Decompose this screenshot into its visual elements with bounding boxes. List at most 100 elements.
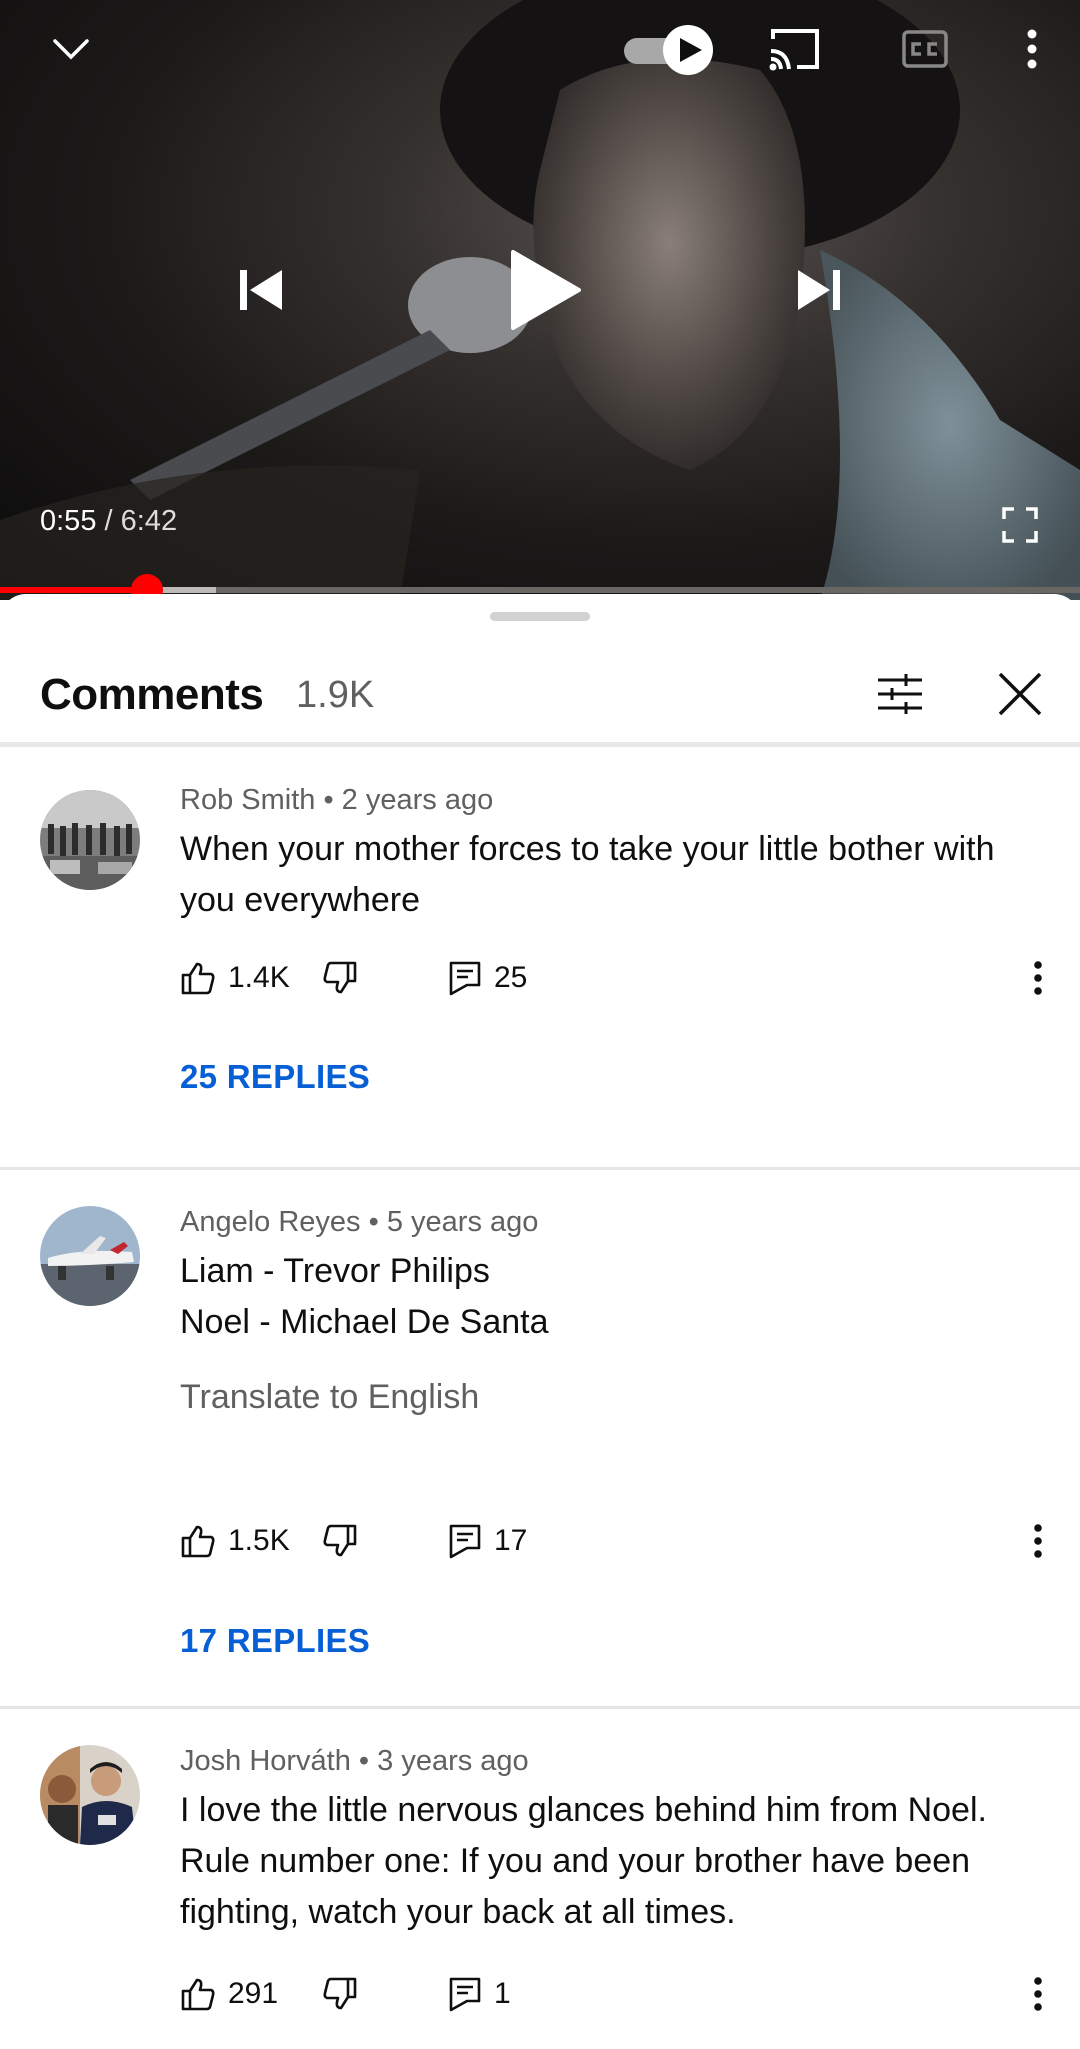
thumbs-up-icon [181,1525,215,1558]
comments-sheet: Comments 1.9K Rob Smith • 2 years ago Wh… [0,594,1080,2049]
previous-button[interactable] [220,250,300,330]
meta-separator: • [315,784,342,816]
fullscreen-button[interactable] [995,500,1045,550]
next-button[interactable] [780,250,860,330]
more-vert-icon [1034,1524,1042,1558]
comments-header: Comments 1.9K [0,642,1080,742]
video-player[interactable]: 0:55 / 6:42 [0,0,1080,600]
reply-button[interactable]: 17 [448,1511,527,1571]
captions-button[interactable] [890,18,960,80]
comment-line: When your mother forces to take your lit… [180,830,995,868]
comment-more-button[interactable] [1020,948,1056,1008]
thumbs-down-icon [323,961,357,994]
more-vert-icon [1027,29,1037,69]
comment-item: Rob Smith • 2 years ago When your mother… [0,744,1080,1184]
comment-line: I love the little nervous glances behind… [180,1791,987,1829]
translate-link[interactable]: Translate to English [180,1378,479,1417]
fullscreen-icon [1002,507,1038,543]
previous-icon [240,270,282,310]
autoplay-toggle-icon [624,25,713,75]
play-icon [511,250,581,330]
comment-line: Noel - Michael De Santa [180,1303,549,1341]
comments-title: Comments [40,670,264,719]
minimize-button[interactable] [36,18,106,80]
like-count: 291 [228,1977,279,2010]
comment-author[interactable]: Angelo Reyes [180,1206,361,1238]
progress-bar[interactable] [0,574,1080,600]
comment-line: Liam - Trevor Philips [180,1252,490,1290]
thumbs-down-icon [323,1524,357,1557]
comment-text: When your mother forces to take your lit… [180,824,1040,926]
like-count: 1.4K [228,961,290,994]
reply-count: 17 [494,1524,528,1557]
cast-button[interactable] [760,18,830,80]
cast-icon [769,29,819,71]
sort-filter-button[interactable] [862,660,938,728]
close-icon [998,672,1042,716]
captions-icon [902,30,948,68]
avatar-image [40,1745,140,1845]
reply-count: 25 [494,961,528,994]
close-comments-button[interactable] [980,660,1060,728]
comment-text: I love the little nervous glances behind… [180,1785,1040,1938]
comment-author[interactable]: Josh Horváth [180,1745,351,1777]
thumbs-up-icon [181,1978,215,2011]
comment-more-button[interactable] [1020,1964,1056,2024]
meta-separator: • [350,1745,378,1777]
comment-age: 2 years ago [341,784,494,816]
comment-author[interactable]: Rob Smith [180,784,315,816]
current-time: 0:55 [40,505,97,537]
comment-meta: Rob Smith • 2 years ago [180,784,493,817]
reply-button[interactable]: 1 [448,1964,511,2024]
comment-item: Josh Horváth • 3 years ago I love the li… [0,1709,1080,2049]
reply-comment-icon [449,1524,481,1559]
more-vert-icon [1034,1977,1042,2011]
comment-line: you everywhere [180,881,421,919]
comment-item: Angelo Reyes • 5 years ago Liam - Trevor… [0,1170,1080,1710]
more-options-button[interactable] [1005,18,1059,80]
thumbs-down-icon [323,1977,357,2010]
comment-actions: 1.4K 25 [0,948,1080,1008]
like-button[interactable]: 291 [180,1964,278,2024]
comment-line: fighting, watch your back at all times. [180,1893,736,1931]
dislike-button[interactable] [322,1964,358,2024]
comment-age: 5 years ago [386,1206,539,1238]
next-icon [798,270,840,310]
avatar[interactable] [40,1206,140,1306]
thumbs-up-icon [181,962,215,995]
avatar[interactable] [40,790,140,890]
reply-count: 1 [494,1977,511,2010]
view-replies-link[interactable]: 25 REPLIES [180,1058,370,1096]
comment-meta: Josh Horváth • 3 years ago [180,1745,529,1778]
reply-button[interactable]: 25 [448,948,527,1008]
autoplay-toggle[interactable] [620,22,720,78]
like-button[interactable]: 1.4K [180,948,290,1008]
avatar-image [40,1206,140,1306]
like-button[interactable]: 1.5K [180,1511,290,1571]
progress-played [0,587,147,593]
time-display: 0:55 / 6:42 [40,505,177,538]
comment-more-button[interactable] [1020,1511,1056,1571]
drag-handle[interactable] [490,612,590,621]
comments-count: 1.9K [296,674,375,716]
comment-text: Liam - Trevor Philips Noel - Michael De … [180,1246,1040,1348]
more-vert-icon [1034,961,1042,995]
like-count: 1.5K [228,1524,290,1557]
view-replies-link[interactable]: 17 REPLIES [180,1622,370,1660]
chevron-down-icon [53,39,89,60]
play-button[interactable] [490,235,600,345]
dislike-button[interactable] [322,948,358,1008]
time-separator: / [96,505,121,537]
meta-separator: • [360,1206,387,1238]
avatar[interactable] [40,1745,140,1845]
reply-comment-icon [449,1977,481,2012]
comment-line: Rule number one: If you and your brother… [180,1842,971,1880]
comment-actions: 291 1 [0,1964,1080,2024]
reply-comment-icon [449,961,481,996]
filter-sliders-icon [878,674,922,714]
avatar-image [40,790,140,890]
duration: 6:42 [120,505,178,537]
dislike-button[interactable] [322,1511,358,1571]
comment-meta: Angelo Reyes • 5 years ago [180,1206,538,1239]
comment-actions: 1.5K 17 [0,1511,1080,1571]
